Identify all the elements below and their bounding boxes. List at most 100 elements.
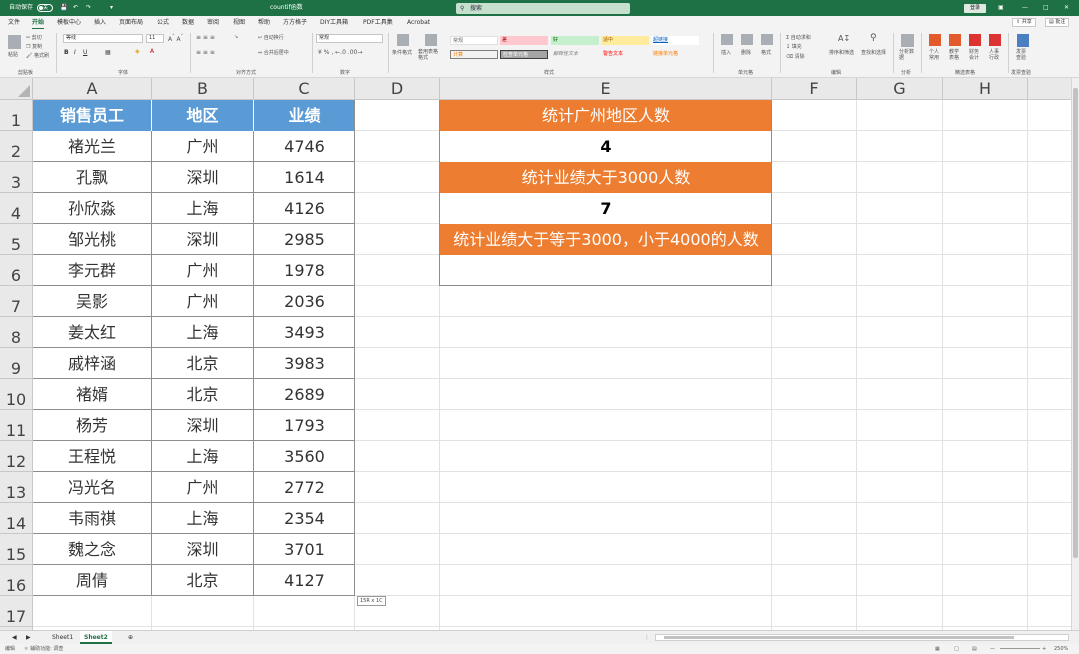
cell-region[interactable]: 广州 xyxy=(152,131,254,162)
zoom-level[interactable]: 250% xyxy=(1054,644,1068,654)
cell-performance[interactable]: 2772 xyxy=(254,472,355,503)
cell-performance[interactable]: 3701 xyxy=(254,534,355,565)
format-cells-button[interactable]: 格式 xyxy=(761,49,771,56)
prev-sheet-icon[interactable]: ◀ xyxy=(8,631,21,644)
tab-home[interactable]: 开始 xyxy=(32,16,45,29)
stat-answer-over-3000[interactable]: 7 xyxy=(440,193,772,224)
cut-button[interactable]: ✂ 剪切 xyxy=(26,34,42,41)
find-select-button[interactable]: 查找和选择 xyxy=(861,49,886,56)
orientation-icon[interactable]: ↘ xyxy=(234,34,238,40)
style-calculation[interactable]: 计算 xyxy=(450,50,498,59)
font-size-select[interactable]: 11 xyxy=(146,34,164,43)
row-header[interactable]: 9 xyxy=(0,348,33,379)
worksheet-grid[interactable]: A B C D E F G H 1 2 3 4 5 6 7 8 9 10 11 12 13 14 15 16 1… xyxy=(0,78,1071,630)
search-box[interactable]: ⚲ 搜索 xyxy=(456,3,630,14)
number-format-icons[interactable]: ¥ % , ←.0 .00→ xyxy=(318,49,362,56)
row-header[interactable]: 6 xyxy=(0,255,33,286)
autosum-button[interactable]: Σ 自动求和 xyxy=(786,34,811,41)
cell-region[interactable]: 深圳 xyxy=(152,410,254,441)
cell-staff-name[interactable]: 褚婿 xyxy=(33,379,152,410)
tab-acrobat[interactable]: Acrobat xyxy=(407,16,430,29)
view-page-layout-icon[interactable]: □ xyxy=(954,644,959,654)
cell-region[interactable]: 深圳 xyxy=(152,534,254,565)
cell-region[interactable]: 北京 xyxy=(152,348,254,379)
cell-staff-name[interactable]: 韦雨祺 xyxy=(33,503,152,534)
accessibility-status[interactable]: ⚛ 辅助功能: 调查 xyxy=(24,644,63,654)
col-header-b[interactable]: B xyxy=(152,78,254,100)
delete-cells-icon[interactable] xyxy=(741,34,753,45)
copy-button[interactable]: ❐ 复制 xyxy=(26,43,42,50)
row-header[interactable]: 2 xyxy=(0,131,33,162)
cell-performance[interactable]: 3560 xyxy=(254,441,355,472)
header-cell-performance[interactable]: 业绩 xyxy=(254,100,355,131)
insert-cells-button[interactable]: 插入 xyxy=(721,49,731,56)
tab-pdf-tools[interactable]: PDF工具集 xyxy=(363,16,393,29)
tab-file[interactable]: 文件 xyxy=(8,16,20,29)
col-header-e[interactable]: E xyxy=(440,78,772,100)
sort-filter-button[interactable]: 排序和筛选 xyxy=(829,49,854,56)
tab-data[interactable]: 数据 xyxy=(182,16,194,29)
finance-tables-icon[interactable] xyxy=(969,34,981,46)
row-header[interactable]: 1 xyxy=(0,100,33,131)
cell-region[interactable]: 广州 xyxy=(152,286,254,317)
cell-staff-name[interactable]: 邹光桃 xyxy=(33,224,152,255)
zoom-out-icon[interactable]: — xyxy=(990,644,995,654)
cell-staff-name[interactable]: 孙欣淼 xyxy=(33,193,152,224)
cell-performance[interactable]: 2985 xyxy=(254,224,355,255)
row-header[interactable]: 13 xyxy=(0,472,33,503)
cell-performance[interactable]: 4127 xyxy=(254,565,355,596)
wrap-text-button[interactable]: ↩ 自动换行 xyxy=(258,34,284,41)
format-painter-button[interactable]: 🖌 格式刷 xyxy=(26,52,49,59)
font-grow-icon[interactable]: A˄ A˅ xyxy=(168,34,183,43)
sheet-tab-sheet2[interactable]: Sheet2 xyxy=(80,631,112,644)
row-header[interactable]: 11 xyxy=(0,410,33,441)
horizontal-scroll-thumb[interactable] xyxy=(664,636,1014,639)
cell-region[interactable]: 上海 xyxy=(152,193,254,224)
close-icon[interactable]: ✕ xyxy=(1064,0,1069,16)
cell-performance[interactable]: 1978 xyxy=(254,255,355,286)
style-check-cell[interactable]: 检查单元格 xyxy=(500,50,548,59)
personal-tables-icon[interactable] xyxy=(929,34,941,46)
row-header[interactable]: 4 xyxy=(0,193,33,224)
cell-performance[interactable]: 3493 xyxy=(254,317,355,348)
add-sheet-icon[interactable]: ⊕ xyxy=(124,631,137,644)
italic-icon[interactable]: I xyxy=(74,49,76,56)
col-header-a[interactable]: A xyxy=(33,78,152,100)
teaching-tables-icon[interactable] xyxy=(949,34,961,46)
clear-button[interactable]: ⌫ 清除 xyxy=(786,53,805,60)
cell-performance[interactable]: 2036 xyxy=(254,286,355,317)
style-explanatory[interactable]: 解释性文本 xyxy=(551,50,599,59)
bold-icon[interactable]: B xyxy=(64,49,69,56)
table-format-button[interactable]: 套用表格格式 xyxy=(418,49,442,61)
underline-icon[interactable]: U xyxy=(83,49,87,56)
delete-cells-button[interactable]: 删除 xyxy=(741,49,751,56)
cell-performance[interactable]: 1793 xyxy=(254,410,355,441)
cell-performance[interactable]: 4126 xyxy=(254,193,355,224)
tab-template-center[interactable]: 模板中心 xyxy=(57,16,81,29)
row-header[interactable]: 10 xyxy=(0,379,33,410)
cell-region[interactable]: 北京 xyxy=(152,379,254,410)
row-header[interactable]: 12 xyxy=(0,441,33,472)
col-header-h[interactable]: H xyxy=(943,78,1028,100)
tab-diy-toolbox[interactable]: DIY工具箱 xyxy=(320,16,348,29)
cell-region[interactable]: 深圳 xyxy=(152,224,254,255)
header-cell-staff[interactable]: 销售员工 xyxy=(33,100,152,131)
view-normal-icon[interactable]: ▦ xyxy=(935,644,940,654)
style-bad[interactable]: 差 xyxy=(500,36,548,45)
hr-tables-icon[interactable] xyxy=(989,34,1001,46)
cell-staff-name[interactable]: 褚光兰 xyxy=(33,131,152,162)
share-button[interactable]: ⇧ 共享 xyxy=(1012,18,1036,27)
redo-icon[interactable]: ↷ xyxy=(86,0,91,16)
col-header-i[interactable] xyxy=(1028,78,1071,100)
style-hyperlink[interactable]: 超链接 xyxy=(651,36,699,45)
horizontal-scrollbar[interactable] xyxy=(655,634,1069,641)
style-warning[interactable]: 警告文本 xyxy=(601,50,649,59)
find-select-icon[interactable]: ⚲ xyxy=(870,33,877,43)
tab-view[interactable]: 视图 xyxy=(233,16,245,29)
row-header[interactable]: 5 xyxy=(0,224,33,255)
cell-performance[interactable]: 3983 xyxy=(254,348,355,379)
style-good[interactable]: 好 xyxy=(551,36,599,45)
select-all-corner[interactable] xyxy=(0,78,33,100)
cell-staff-name[interactable]: 杨芳 xyxy=(33,410,152,441)
paste-icon[interactable] xyxy=(8,35,21,49)
